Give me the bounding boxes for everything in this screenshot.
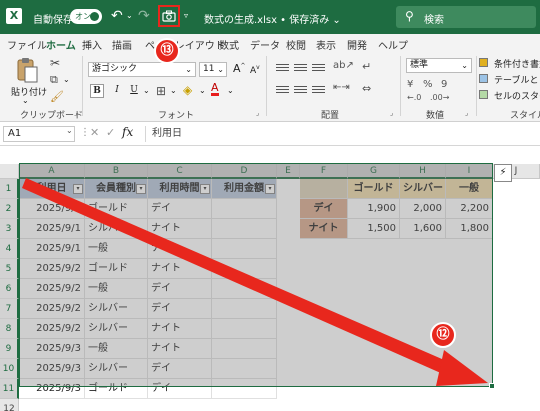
annotation-arrow: [22, 178, 488, 386]
annotation-badge-12: ⑫: [430, 322, 456, 348]
arrow-head: [436, 350, 488, 386]
arrow-shaft: [22, 178, 458, 378]
annotation-badge-13: ⑬: [154, 38, 180, 64]
